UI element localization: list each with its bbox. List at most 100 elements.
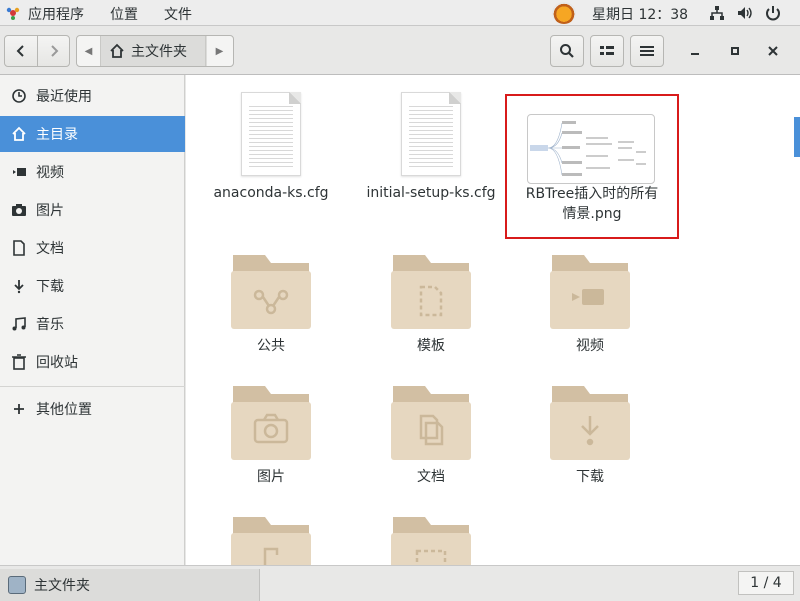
image-thumbnail <box>527 114 655 184</box>
folder-music[interactable] <box>192 509 350 565</box>
sidebar-item-music[interactable]: 音乐 <box>0 306 185 342</box>
sidebar-item-label: 回收站 <box>36 355 78 371</box>
folder-downloads[interactable]: 下载 <box>511 378 669 486</box>
trash-icon <box>12 354 26 370</box>
plus-icon <box>14 404 24 414</box>
file-item-initial-setup[interactable]: initial-setup-ks.cfg <box>352 92 510 203</box>
folder-name: 下载 <box>576 469 604 485</box>
applications-icon[interactable] <box>6 6 20 20</box>
folder-name: 文档 <box>417 469 445 485</box>
music-icon <box>12 317 26 331</box>
sidebar-item-documents[interactable]: 文档 <box>0 230 185 266</box>
list-view-icon <box>600 46 614 55</box>
document-icon <box>13 240 25 256</box>
sidebar-item-other-locations[interactable]: 其他位置 <box>0 391 185 427</box>
sidebar-item-label: 其他位置 <box>36 402 92 418</box>
home-icon <box>110 43 124 58</box>
download-icon <box>14 280 24 294</box>
video-icon <box>13 168 26 176</box>
sidebar-separator <box>0 386 185 387</box>
back-button[interactable] <box>4 35 38 67</box>
minimize-icon <box>691 53 699 55</box>
window-title: 主文件夹 <box>34 578 90 594</box>
file-manager-icon <box>8 576 26 594</box>
folder-icon <box>391 255 471 329</box>
chevron-right-icon <box>50 45 58 57</box>
top-panel: 应用程序 位置 文件 星期日 12：38 <box>0 0 800 26</box>
taskbar: 主文件夹 1 / 4 <box>0 565 800 601</box>
folder-name: 模板 <box>417 338 445 354</box>
close-button[interactable] <box>762 40 784 62</box>
sidebar-item-label: 主目录 <box>36 127 78 143</box>
folder-videos[interactable]: 视频 <box>511 247 669 355</box>
folder-public[interactable]: 公共 <box>192 247 350 355</box>
file-view: anaconda-ks.cfg initial-setup-ks.cfg RBT… <box>186 75 800 565</box>
forward-button[interactable] <box>37 35 70 67</box>
home-icon <box>12 126 26 141</box>
sidebar: 最近使用 主目录 视频 图片 文档 下载 音乐 回收站 其他位置 <box>0 75 185 565</box>
close-icon <box>768 46 778 56</box>
path-bar: ◀ 主文件夹 ▶ <box>76 35 234 67</box>
menu-button[interactable] <box>630 35 664 67</box>
sidebar-item-home[interactable]: 主目录 <box>0 116 185 152</box>
sidebar-item-label: 视频 <box>36 165 64 181</box>
file-name: anaconda-ks.cfg <box>213 185 329 201</box>
file-menu[interactable]: 文件 <box>164 4 192 24</box>
hamburger-icon <box>640 46 654 56</box>
workspace-indicator[interactable]: 1 / 4 <box>738 571 794 595</box>
folder-icon <box>391 517 471 565</box>
camera-icon <box>12 204 26 216</box>
sidebar-item-label: 音乐 <box>36 317 64 333</box>
sidebar-item-label: 图片 <box>36 203 64 219</box>
search-button[interactable] <box>550 35 584 67</box>
path-home-button[interactable]: 主文件夹 <box>101 36 207 66</box>
folder-templates[interactable]: 模板 <box>352 247 510 355</box>
chevron-left-icon <box>16 45 24 57</box>
maximize-icon <box>731 47 739 55</box>
file-item-anaconda[interactable]: anaconda-ks.cfg <box>192 92 350 203</box>
clock-icon <box>12 89 26 103</box>
folder-documents[interactable]: 文档 <box>352 378 510 486</box>
folder-icon <box>231 255 311 329</box>
maximize-button[interactable] <box>724 40 746 62</box>
places-menu[interactable]: 位置 <box>110 4 138 24</box>
view-toggle-button[interactable] <box>590 35 624 67</box>
sidebar-item-videos[interactable]: 视频 <box>0 154 185 190</box>
folder-name: 图片 <box>257 469 285 485</box>
volume-icon[interactable] <box>736 4 754 22</box>
header-bar: ◀ 主文件夹 ▶ <box>0 26 800 75</box>
applications-menu[interactable]: 应用程序 <box>28 4 84 24</box>
weather-icon <box>552 2 576 24</box>
sidebar-item-pictures[interactable]: 图片 <box>0 192 185 228</box>
file-name-line-2: 情景.png <box>562 206 622 222</box>
file-name: RBTree插入时的所有 情景.png <box>507 184 677 224</box>
folder-name: 公共 <box>257 338 285 354</box>
scrollbar-thumb[interactable] <box>794 117 800 157</box>
file-item-rbtree-png[interactable]: RBTree插入时的所有 情景.png <box>505 94 679 239</box>
folder-desktop[interactable] <box>352 509 510 565</box>
sidebar-item-trash[interactable]: 回收站 <box>0 344 185 380</box>
minimize-button[interactable] <box>684 40 706 62</box>
folder-icon <box>231 517 311 565</box>
mindmap-preview-image <box>530 121 646 176</box>
file-name-line-1: RBTree插入时的所有 <box>525 186 659 202</box>
text-document-icon <box>401 92 461 176</box>
vertical-scrollbar[interactable] <box>794 75 800 565</box>
folder-icon <box>550 255 630 329</box>
sidebar-item-downloads[interactable]: 下载 <box>0 268 185 304</box>
folder-name: 视频 <box>576 338 604 354</box>
path-scroll-right-button[interactable]: ▶ <box>205 36 233 66</box>
network-icon[interactable] <box>708 4 726 22</box>
sidebar-item-label: 下载 <box>36 279 64 295</box>
sidebar-item-label: 文档 <box>36 241 64 257</box>
path-home-label: 主文件夹 <box>131 44 187 60</box>
text-document-icon <box>241 92 301 176</box>
path-scroll-left-button[interactable]: ◀ <box>77 36 101 66</box>
folder-pictures[interactable]: 图片 <box>192 378 350 486</box>
power-icon[interactable] <box>764 4 782 22</box>
search-icon <box>560 44 574 58</box>
window-list-item-home-folder[interactable]: 主文件夹 <box>0 569 260 601</box>
clock[interactable]: 星期日 12：38 <box>592 4 688 24</box>
sidebar-item-recent[interactable]: 最近使用 <box>0 78 185 114</box>
folder-icon <box>231 386 311 460</box>
